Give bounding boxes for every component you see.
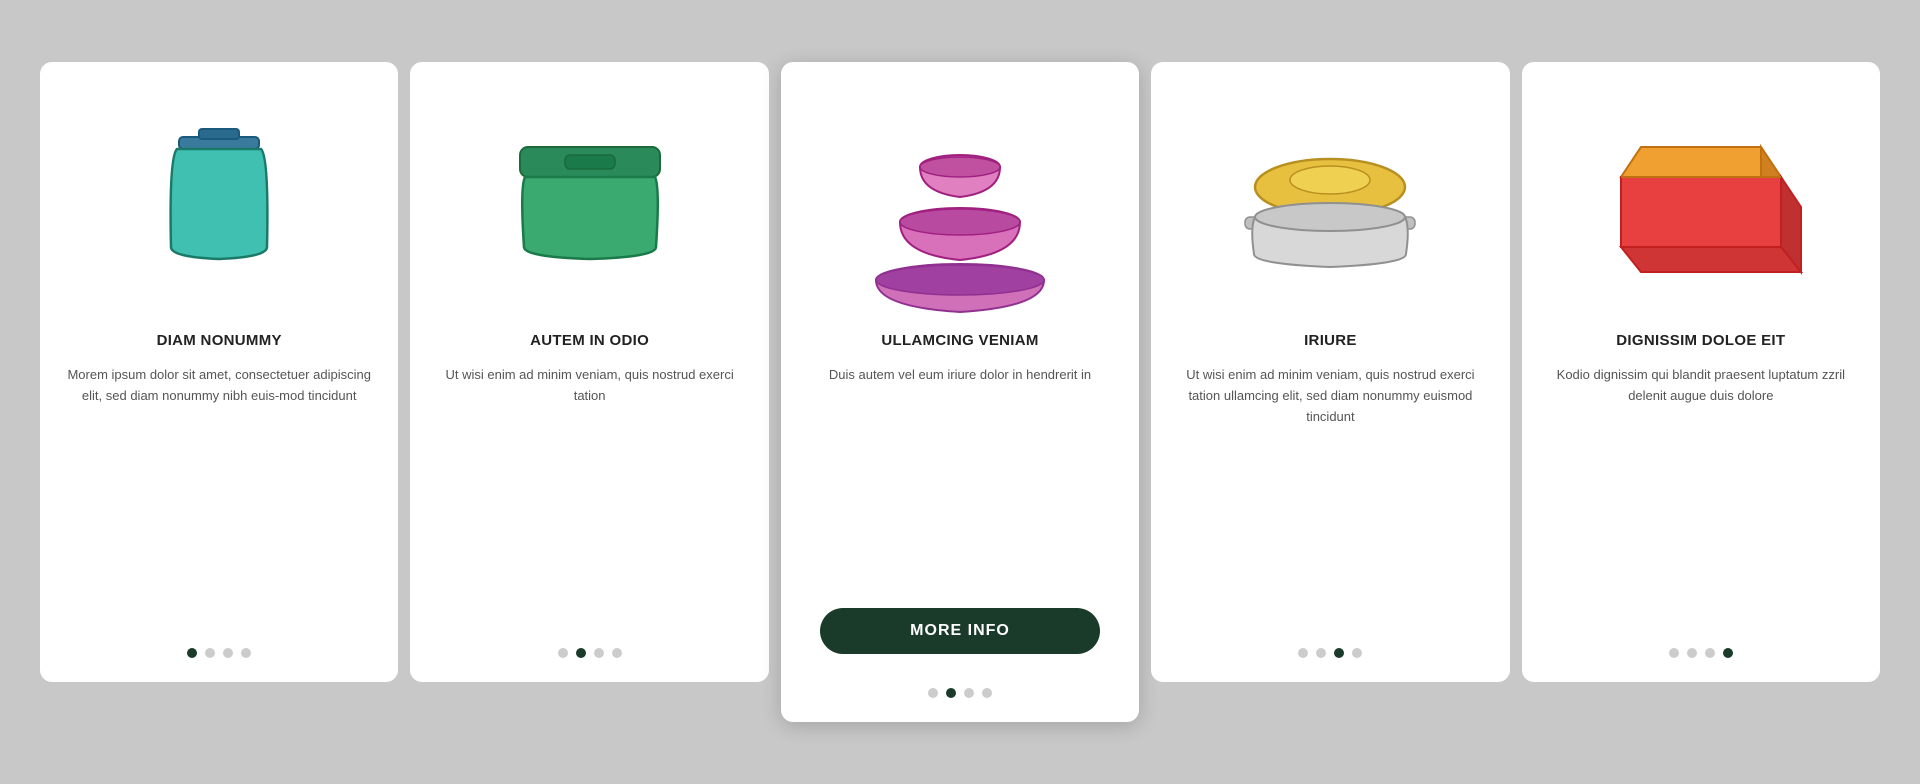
dot-2 bbox=[223, 648, 233, 658]
card-icon-lunchbox bbox=[1546, 92, 1856, 312]
pagination-dots bbox=[558, 638, 622, 658]
card-text: Morem ipsum dolor sit amet, consectetuer… bbox=[64, 365, 374, 614]
dot-1 bbox=[1687, 648, 1697, 658]
card-5: DIGNISSIM DOLOE EIT Kodio dignissim qui … bbox=[1522, 62, 1880, 682]
cards-container: DIAM NONUMMY Morem ipsum dolor sit amet,… bbox=[40, 62, 1880, 722]
card-4: IRIURE Ut wisi enim ad minim veniam, qui… bbox=[1151, 62, 1509, 682]
card-icon-container bbox=[434, 92, 744, 312]
card-3: ULLAMCING VENIAM Duis autem vel eum iriu… bbox=[781, 62, 1139, 722]
dot-1 bbox=[205, 648, 215, 658]
pagination-dots bbox=[1669, 638, 1733, 658]
card-title: ULLAMCING VENIAM bbox=[881, 332, 1038, 349]
dot-0 bbox=[187, 648, 197, 658]
dot-3 bbox=[1723, 648, 1733, 658]
pagination-dots bbox=[187, 638, 251, 658]
pagination-dots bbox=[928, 678, 992, 698]
dot-1 bbox=[946, 688, 956, 698]
dot-0 bbox=[1669, 648, 1679, 658]
dot-2 bbox=[1705, 648, 1715, 658]
card-text: Ut wisi enim ad minim veniam, quis nostr… bbox=[434, 365, 744, 614]
dot-3 bbox=[612, 648, 622, 658]
card-title: DIGNISSIM DOLOE EIT bbox=[1616, 332, 1785, 349]
dot-3 bbox=[982, 688, 992, 698]
dot-2 bbox=[594, 648, 604, 658]
card-1: DIAM NONUMMY Morem ipsum dolor sit amet,… bbox=[40, 62, 398, 682]
more-info-button[interactable]: MORE INFO bbox=[820, 608, 1099, 654]
card-2: AUTEM IN ODIO Ut wisi enim ad minim veni… bbox=[410, 62, 768, 682]
card-icon-casserole bbox=[1175, 92, 1485, 312]
dot-0 bbox=[928, 688, 938, 698]
card-text: Kodio dignissim qui blandit praesent lup… bbox=[1546, 365, 1856, 614]
dot-0 bbox=[558, 648, 568, 658]
card-text: Ut wisi enim ad minim veniam, quis nostr… bbox=[1175, 365, 1485, 614]
dot-3 bbox=[1352, 648, 1362, 658]
dot-1 bbox=[1316, 648, 1326, 658]
card-text: Duis autem vel eum iriure dolor in hendr… bbox=[829, 365, 1091, 584]
dot-2 bbox=[964, 688, 974, 698]
card-icon-bowls bbox=[805, 92, 1115, 312]
card-title: IRIURE bbox=[1304, 332, 1357, 349]
card-title: AUTEM IN ODIO bbox=[530, 332, 649, 349]
dot-2 bbox=[1334, 648, 1344, 658]
dot-0 bbox=[1298, 648, 1308, 658]
dot-3 bbox=[241, 648, 251, 658]
pagination-dots bbox=[1298, 638, 1362, 658]
card-title: DIAM NONUMMY bbox=[157, 332, 282, 349]
dot-1 bbox=[576, 648, 586, 658]
card-icon-bucket bbox=[64, 92, 374, 312]
